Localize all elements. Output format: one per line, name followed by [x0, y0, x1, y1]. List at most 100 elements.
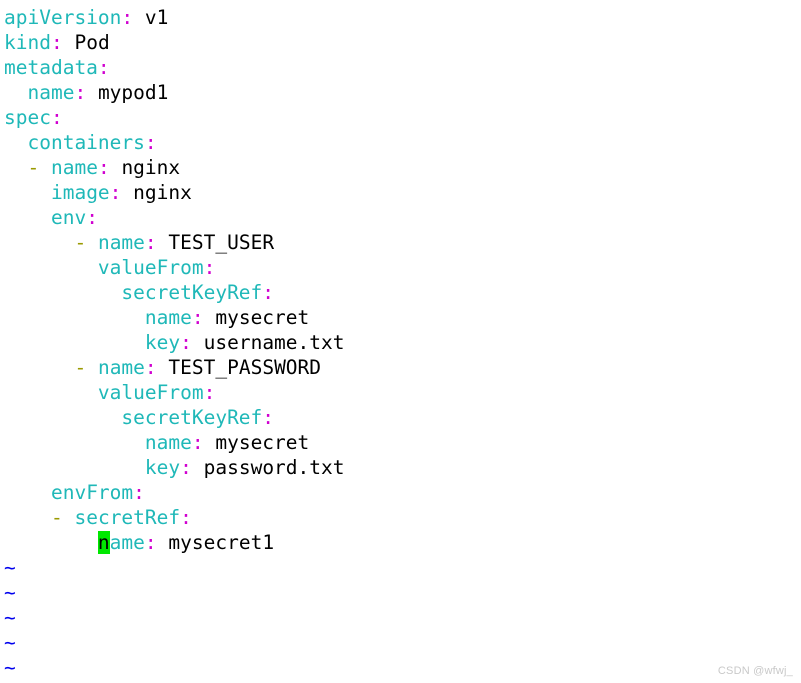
yaml-colon: : [180, 331, 192, 354]
empty-line-marker: ~ [0, 580, 345, 605]
line-space [86, 231, 98, 254]
yaml-value: TEST_USER [156, 231, 275, 254]
code-line[interactable]: name: mysecret [0, 430, 345, 455]
code-line[interactable]: secretKeyRef: [0, 280, 345, 305]
yaml-key: name [144, 431, 192, 454]
tilde-icon: ~ [4, 656, 16, 679]
code-line[interactable]: name: mypod1 [0, 80, 345, 105]
list-dash: - [27, 156, 40, 179]
yaml-key: ame [109, 531, 145, 554]
code-line[interactable]: secretKeyRef: [0, 405, 345, 430]
yaml-key: name [50, 156, 98, 179]
yaml-value: Pod [62, 31, 110, 54]
yaml-colon: : [262, 281, 275, 304]
yaml-colon: : [97, 156, 110, 179]
code-line[interactable]: spec: [0, 105, 345, 130]
yaml-colon: : [191, 306, 204, 329]
yaml-key: apiVersion [4, 6, 122, 29]
code-line[interactable]: kind: Pod [0, 30, 345, 55]
yaml-colon: : [121, 6, 134, 29]
yaml-colon: : [86, 206, 98, 229]
yaml-value: mysecret [203, 431, 310, 454]
yaml-colon: : [133, 481, 145, 504]
yaml-value: mysecret1 [156, 531, 275, 554]
tilde-icon: ~ [4, 631, 16, 654]
code-line[interactable]: name: mysecret [0, 305, 345, 330]
line-space [39, 156, 51, 179]
vim-editor-window[interactable]: apiVersion: v1 kind: Pod metadata: name: m… [0, 0, 801, 683]
yaml-key: secretRef [74, 506, 181, 529]
empty-line-marker: ~ [0, 555, 345, 580]
yaml-value: password.txt [191, 456, 345, 479]
yaml-key: envFrom [50, 481, 134, 504]
yaml-colon: : [50, 31, 63, 54]
list-dash: - [74, 356, 87, 379]
yaml-value: v1 [133, 6, 169, 29]
yaml-key: name [144, 306, 192, 329]
code-line[interactable]: valueFrom: [0, 380, 345, 405]
yaml-colon: : [262, 406, 275, 429]
empty-line-marker: ~ [0, 655, 345, 680]
code-line[interactable]: containers: [0, 130, 345, 155]
code-line[interactable]: - name: TEST_PASSWORD [0, 355, 345, 380]
yaml-value: nginx [121, 181, 192, 204]
yaml-key: spec [4, 106, 51, 129]
yaml-key: valueFrom [97, 381, 204, 404]
code-line[interactable]: key: password.txt [0, 455, 345, 480]
list-dash: - [50, 506, 63, 529]
code-line[interactable]: - secretRef: [0, 505, 345, 530]
yaml-value: username.txt [191, 331, 345, 354]
yaml-key: valueFrom [97, 256, 204, 279]
yaml-key: name [97, 231, 145, 254]
yaml-colon: : [144, 131, 157, 154]
text-cursor: n [97, 531, 110, 554]
yaml-key: secretKeyRef [121, 281, 263, 304]
yaml-colon: : [191, 431, 204, 454]
code-line[interactable]: key: username.txt [0, 330, 345, 355]
yaml-value: nginx [109, 156, 181, 179]
yaml-key: image [50, 181, 110, 204]
yaml-key: name [97, 356, 145, 379]
line-space [63, 506, 75, 529]
tilde-icon: ~ [4, 581, 16, 604]
code-line[interactable]: valueFrom: [0, 255, 345, 280]
yaml-code-area[interactable]: apiVersion: v1 kind: Pod metadata: name: m… [0, 0, 345, 680]
code-line[interactable]: envFrom: [0, 480, 345, 505]
list-dash: - [74, 231, 87, 254]
code-line[interactable]: apiVersion: v1 [0, 5, 345, 30]
line-space [86, 356, 98, 379]
yaml-colon: : [144, 231, 157, 254]
yaml-colon: : [97, 56, 110, 79]
code-line[interactable]: - name: nginx [0, 155, 345, 180]
yaml-key: env [50, 206, 87, 229]
yaml-colon: : [203, 381, 216, 404]
yaml-key: key [144, 456, 181, 479]
code-line[interactable]: name: mysecret1 [0, 530, 345, 555]
yaml-key: name [27, 81, 75, 104]
yaml-colon: : [144, 356, 157, 379]
yaml-colon: : [50, 106, 63, 129]
yaml-key: kind [4, 31, 51, 54]
code-line[interactable]: - name: TEST_USER [0, 230, 345, 255]
code-line[interactable]: metadata: [0, 55, 345, 80]
code-line[interactable]: env: [0, 205, 345, 230]
yaml-colon: : [144, 531, 157, 554]
code-line[interactable]: image: nginx [0, 180, 345, 205]
